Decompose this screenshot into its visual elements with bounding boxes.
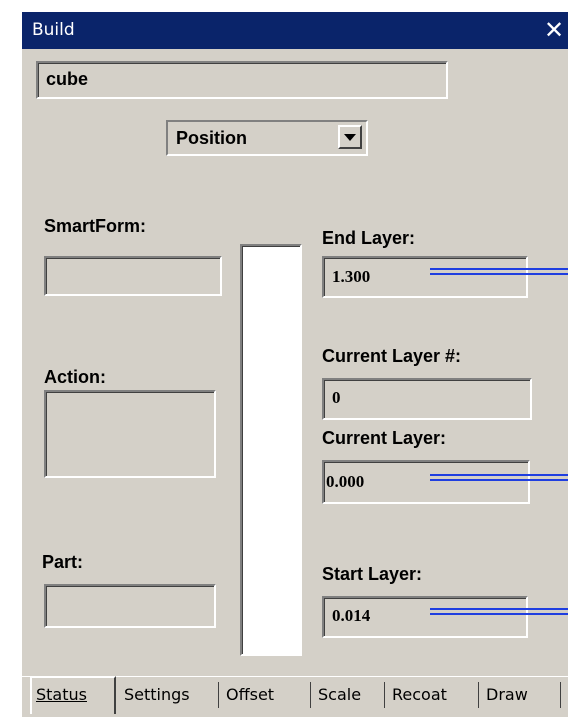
part-name-value: cube xyxy=(46,69,89,89)
close-icon[interactable]: ✕ xyxy=(542,15,566,45)
start-layer-field[interactable]: 0.014 xyxy=(322,596,528,638)
build-progress-bar xyxy=(240,244,302,656)
current-layer-value: 0.000 xyxy=(326,472,365,491)
part-label: Part: xyxy=(42,552,84,572)
start-layer-value: 0.014 xyxy=(332,606,371,625)
tab-recoat[interactable]: Recoat xyxy=(392,680,447,710)
end-layer-indicator xyxy=(430,268,568,275)
smartform-label: SmartForm: xyxy=(44,216,147,236)
tab-separator xyxy=(310,682,311,708)
current-layer-number-value: 0 xyxy=(332,388,341,407)
tab-separator xyxy=(560,682,561,708)
part-name-field[interactable]: cube xyxy=(36,61,448,99)
tab-separator xyxy=(218,682,219,708)
tab-separator xyxy=(384,682,385,708)
mode-dropdown[interactable]: Position xyxy=(166,120,368,156)
action-field[interactable] xyxy=(44,390,216,478)
tab-status[interactable]: Status xyxy=(36,680,87,710)
part-field[interactable] xyxy=(44,584,216,628)
action-label: Action: xyxy=(44,367,106,387)
end-layer-field[interactable]: 1.300 xyxy=(322,256,528,298)
tab-draw[interactable]: Draw xyxy=(486,680,528,710)
current-layer-field[interactable]: 0.000 xyxy=(322,460,530,504)
start-layer-label: Start Layer: xyxy=(322,564,423,584)
title-bar[interactable]: Build ✕ xyxy=(22,12,568,49)
tab-scale[interactable]: Scale xyxy=(318,680,361,710)
dropdown-button[interactable] xyxy=(338,125,362,149)
build-window: Build ✕ cube Position SmartForm: Action:… xyxy=(22,12,568,717)
current-layer-label: Current Layer: xyxy=(322,428,447,448)
end-layer-value: 1.300 xyxy=(332,267,371,286)
current-layer-number-label: Current Layer #: xyxy=(322,346,462,366)
smartform-field[interactable] xyxy=(44,256,222,296)
start-layer-indicator xyxy=(430,608,568,615)
end-layer-label: End Layer: xyxy=(322,228,416,248)
current-layer-indicator xyxy=(430,474,568,481)
window-title: Build xyxy=(32,20,75,40)
chevron-down-icon xyxy=(344,134,356,141)
tab-settings[interactable]: Settings xyxy=(124,680,190,710)
mode-dropdown-value: Position xyxy=(176,128,247,148)
tab-separator xyxy=(478,682,479,708)
tab-offset[interactable]: Offset xyxy=(226,680,274,710)
current-layer-number-field[interactable]: 0 xyxy=(322,378,532,420)
